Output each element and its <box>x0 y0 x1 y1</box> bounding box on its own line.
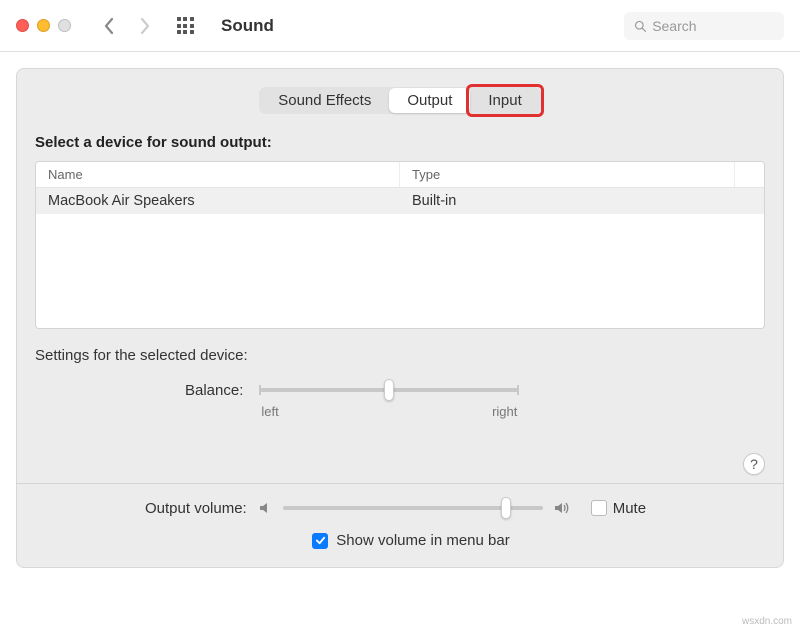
balance-slider-thumb[interactable] <box>384 379 394 401</box>
tab-group: Sound Effects Output Input <box>259 87 541 114</box>
balance-row: Balance: left right <box>35 380 765 419</box>
device-type-cell: Built-in <box>400 188 764 214</box>
volume-high-icon <box>553 500 573 516</box>
back-button[interactable] <box>95 12 123 40</box>
mute-checkbox-group[interactable]: Mute <box>591 500 646 517</box>
column-header-spacer <box>734 162 764 187</box>
output-volume-label: Output volume: <box>145 500 247 517</box>
close-window-button[interactable] <box>16 19 29 32</box>
device-name-cell: MacBook Air Speakers <box>36 188 400 214</box>
output-volume-thumb[interactable] <box>501 497 511 519</box>
show-volume-checkbox[interactable] <box>312 533 328 549</box>
balance-right-label: right <box>492 404 517 419</box>
tab-input[interactable]: Input <box>470 88 539 113</box>
balance-label: Balance: <box>185 380 243 399</box>
tab-output[interactable]: Output <box>389 88 470 113</box>
preferences-panel: Sound Effects Output Input Select a devi… <box>16 68 784 568</box>
tab-sound-effects[interactable]: Sound Effects <box>260 88 389 113</box>
mute-label: Mute <box>613 500 646 517</box>
balance-slider[interactable] <box>259 380 519 400</box>
zoom-window-button[interactable] <box>58 19 71 32</box>
search-icon <box>634 19 646 33</box>
table-header: Name Type <box>36 162 764 188</box>
window-controls <box>16 19 71 32</box>
help-button[interactable]: ? <box>743 453 765 475</box>
show-volume-label: Show volume in menu bar <box>336 532 509 549</box>
table-row[interactable]: MacBook Air Speakers Built-in <box>36 188 764 214</box>
balance-left-label: left <box>261 404 278 419</box>
search-input[interactable] <box>652 18 774 34</box>
forward-button[interactable] <box>131 12 159 40</box>
show-all-preferences-button[interactable] <box>171 12 199 40</box>
column-header-name[interactable]: Name <box>36 162 400 187</box>
tabs-container: Sound Effects Output Input <box>35 87 765 114</box>
show-volume-row[interactable]: Show volume in menu bar <box>35 532 765 553</box>
search-field[interactable] <box>624 12 784 40</box>
device-table[interactable]: Name Type MacBook Air Speakers Built-in <box>35 161 765 329</box>
column-header-type[interactable]: Type <box>400 162 734 187</box>
volume-low-icon <box>257 500 273 516</box>
watermark: wsxdn.com <box>742 616 792 627</box>
device-section-heading: Select a device for sound output: <box>35 134 765 151</box>
output-volume-row: Output volume: Mute <box>35 498 765 518</box>
mute-checkbox[interactable] <box>591 500 607 516</box>
grid-icon <box>177 17 194 34</box>
divider <box>17 483 783 484</box>
settings-heading: Settings for the selected device: <box>35 347 765 364</box>
toolbar: Sound <box>0 0 800 52</box>
panel-title: Sound <box>221 16 274 36</box>
minimize-window-button[interactable] <box>37 19 50 32</box>
output-volume-slider[interactable] <box>283 498 543 518</box>
